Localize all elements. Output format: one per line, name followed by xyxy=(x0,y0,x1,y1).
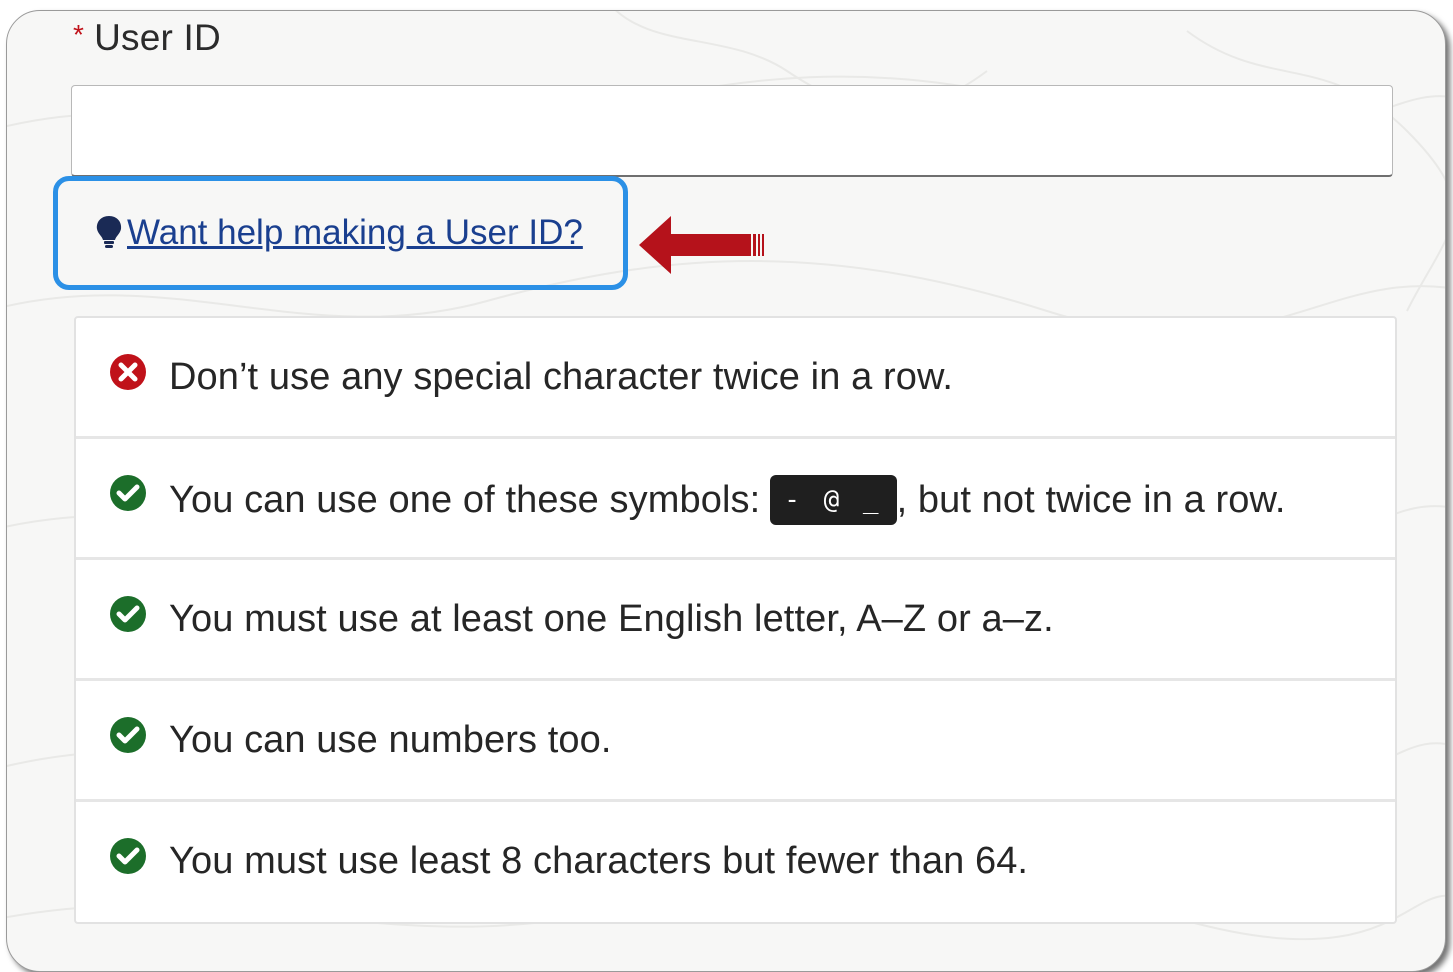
requirement-item: You must use least 8 characters but fewe… xyxy=(76,802,1395,922)
circle-check-icon xyxy=(110,838,146,874)
requirement-item: You can use one of these symbols: - @ _, … xyxy=(76,439,1395,560)
user-id-input[interactable] xyxy=(71,85,1393,177)
requirement-text: You can use one of these symbols: - @ _, … xyxy=(169,475,1286,527)
circle-check-icon xyxy=(110,596,146,632)
requirement-text-before: You can use one of these symbols: xyxy=(169,479,761,522)
requirement-item: You must use at least one English letter… xyxy=(76,560,1395,681)
requirement-text-after: , but not twice in a row. xyxy=(896,479,1286,522)
required-marker: * xyxy=(73,19,85,50)
user-id-requirements-list: Don’t use any special character twice in… xyxy=(74,316,1397,924)
requirement-text: You must use least 8 characters but fewe… xyxy=(169,840,1029,882)
circle-check-icon xyxy=(110,475,146,511)
circle-x-icon xyxy=(110,354,146,390)
screenshot-frame: * User ID Want help making a User ID? Don… xyxy=(6,10,1446,972)
lightbulb-icon xyxy=(96,216,122,248)
annotation-arrow-icon xyxy=(639,216,764,274)
circle-check-icon xyxy=(110,717,146,753)
requirement-text: Don’t use any special character twice in… xyxy=(169,356,954,398)
requirement-item: Don’t use any special character twice in… xyxy=(76,318,1395,439)
user-id-label-text: User ID xyxy=(94,17,221,58)
symbols-code-chip: - @ _ xyxy=(770,475,897,525)
help-link-text[interactable]: Want help making a User ID? xyxy=(127,213,583,253)
requirement-text: You must use at least one English letter… xyxy=(169,598,1054,640)
requirement-text: You can use numbers too. xyxy=(169,719,612,761)
user-id-label: * User ID xyxy=(73,17,221,59)
user-id-help-link[interactable]: Want help making a User ID? xyxy=(95,213,583,253)
requirement-item: You can use numbers too. xyxy=(76,681,1395,802)
